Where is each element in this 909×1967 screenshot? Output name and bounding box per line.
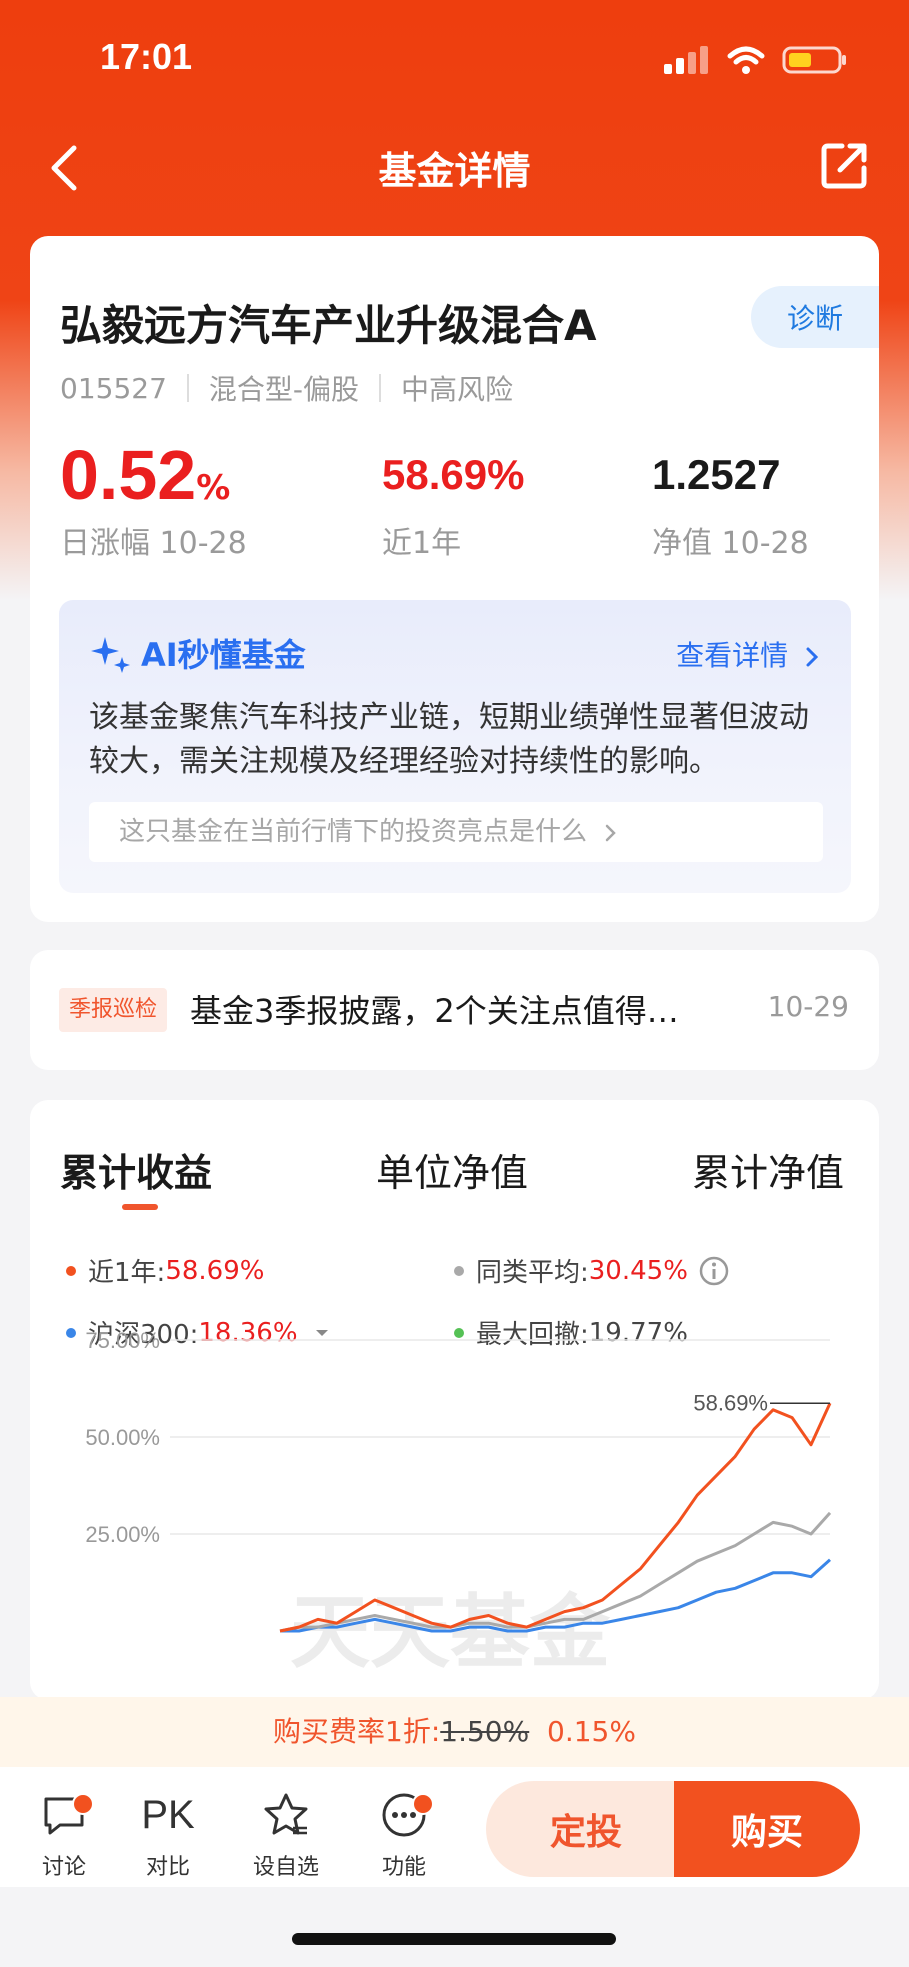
tab-unit-nav[interactable]: 单位净值 (376, 1142, 528, 1197)
fund-code: 015527 (60, 371, 167, 405)
nav-metric: 1.2527 净值 10-28 (652, 436, 809, 562)
ai-question-text: 这只基金在当前行情下的投资亮点是什么 (119, 817, 588, 847)
home-indicator[interactable] (292, 1933, 616, 1945)
chat-icon (24, 1787, 104, 1843)
fee-banner: 购买费率1折:1.50% 0.15% (0, 1697, 909, 1767)
y-tick-label: 50.00% (85, 1425, 160, 1450)
return-chart[interactable]: 75.00%50.00%25.00%天天基金58.69% (30, 1330, 879, 1700)
legend-fund: 近1年: 58.69% (66, 1252, 264, 1289)
legend-peer-label: 同类平均: (476, 1258, 589, 1288)
daily-change-label: 日涨幅 10-28 (60, 526, 247, 561)
fund-risk: 中高风险 (401, 373, 514, 406)
wifi-icon (727, 46, 765, 74)
function-label: 功能 (381, 1855, 426, 1880)
one-year-value: 58.69% (382, 451, 525, 498)
active-tab-indicator (122, 1204, 158, 1210)
bottom-toolbar: 讨论 PK 对比 设自选 功能 定投 购买 (0, 1767, 909, 1887)
discuss-label: 讨论 (41, 1855, 86, 1880)
ai-more-link[interactable]: 查看详情 (676, 634, 821, 674)
one-year-metric: 58.69% 近1年 (382, 436, 524, 562)
y-tick-label: 25.00% (85, 1522, 160, 1547)
notification-badge (412, 1793, 434, 1815)
more-icon (364, 1787, 444, 1843)
fee-original: 1.50% (440, 1715, 530, 1748)
page-title: 基金详情 (378, 149, 531, 193)
battery-icon (782, 46, 846, 74)
daily-change-value: 0.52 (60, 436, 197, 514)
nav-label: 净值 10-28 (652, 526, 809, 561)
daily-change-unit: % (196, 468, 231, 508)
watchlist-label: 设自选 (252, 1855, 319, 1880)
info-icon[interactable] (698, 1255, 730, 1287)
fund-name: 弘毅远方汽车产业升级混合A (60, 301, 597, 350)
fund-type: 混合型-偏股 (208, 373, 359, 406)
divider (379, 374, 381, 402)
daily-change-metric: 0.52% 日涨幅 10-28 (60, 436, 247, 562)
legend-dot (454, 1265, 464, 1276)
legend-peer-value: 30.45% (588, 1255, 688, 1286)
one-year-label: 近1年 (382, 526, 462, 561)
report-tag: 季报巡检 (59, 988, 168, 1032)
ai-summary-text: 该基金聚焦汽车科技产业链，短期业绩弹性显著但波动较大，需关注规模及经理经验对持续… (89, 700, 809, 779)
discuss-button[interactable]: 讨论 (24, 1787, 104, 1881)
fee-prefix: 购买费率1折: (273, 1715, 441, 1748)
compare-label: 对比 (145, 1855, 190, 1880)
legend-fund-value: 58.69% (165, 1255, 265, 1286)
notification-badge (72, 1793, 94, 1815)
report-date: 10-29 (767, 990, 849, 1023)
diagnose-button[interactable]: 诊断 (751, 286, 879, 348)
star-icon (246, 1787, 326, 1843)
chevron-right-icon (606, 824, 617, 841)
divider (186, 374, 189, 402)
watchlist-button[interactable]: 设自选 (246, 1787, 326, 1881)
ai-title: AI秒懂基金 (89, 630, 306, 676)
report-notice[interactable]: 季报巡检 基金3季报披露，2个关注点值得… 10-29 (30, 950, 879, 1070)
tab-cumulative-nav[interactable]: 累计净值 (692, 1142, 844, 1197)
fund-summary-card: 弘毅远方汽车产业升级混合A 诊断 015527 混合型-偏股 中高风险 0.52… (30, 236, 879, 922)
nav-value: 1.2527 (652, 451, 781, 498)
function-button[interactable]: 功能 (364, 1787, 444, 1881)
ai-summary-box: AI秒懂基金 查看详情 该基金聚焦汽车科技产业链，短期业绩弹性显著但波动较大，需… (59, 600, 851, 893)
fund-meta: 015527 混合型-偏股 中高风险 (60, 368, 513, 408)
share-icon[interactable] (818, 138, 872, 192)
pk-icon: PK (141, 1792, 195, 1837)
legend-dot (66, 1265, 76, 1276)
legend-peer: 同类平均: 30.45% (454, 1252, 730, 1289)
performance-chart-card: 累计收益 单位净值 累计净值 近1年: 58.69% 同类平均: 30.45% … (30, 1100, 879, 1700)
nav-bar: 基金详情 (0, 120, 909, 220)
fee-current: 0.15% (547, 1715, 636, 1748)
report-title: 基金3季报披露，2个关注点值得… (190, 992, 679, 1030)
buy-button[interactable]: 购买 (674, 1781, 860, 1877)
ai-title-text: AI秒懂基金 (141, 636, 306, 674)
sparkle-icon (91, 637, 130, 673)
status-time: 17:01 (100, 36, 193, 77)
auto-invest-button[interactable]: 定投 (486, 1781, 686, 1877)
legend-fund-label: 近1年: (88, 1258, 166, 1288)
ai-question-chip[interactable]: 这只基金在当前行情下的投资亮点是什么 (89, 802, 823, 862)
y-tick-label: 75.00% (85, 1330, 160, 1353)
end-value-label: 58.69% (693, 1390, 768, 1415)
chevron-right-icon (806, 647, 819, 667)
signal-icon (664, 46, 708, 74)
ai-more-label: 查看详情 (676, 639, 789, 672)
status-bar: 17:01 (0, 0, 909, 120)
compare-button[interactable]: PK 对比 (128, 1787, 208, 1881)
tab-cumulative-return[interactable]: 累计收益 (60, 1142, 212, 1197)
